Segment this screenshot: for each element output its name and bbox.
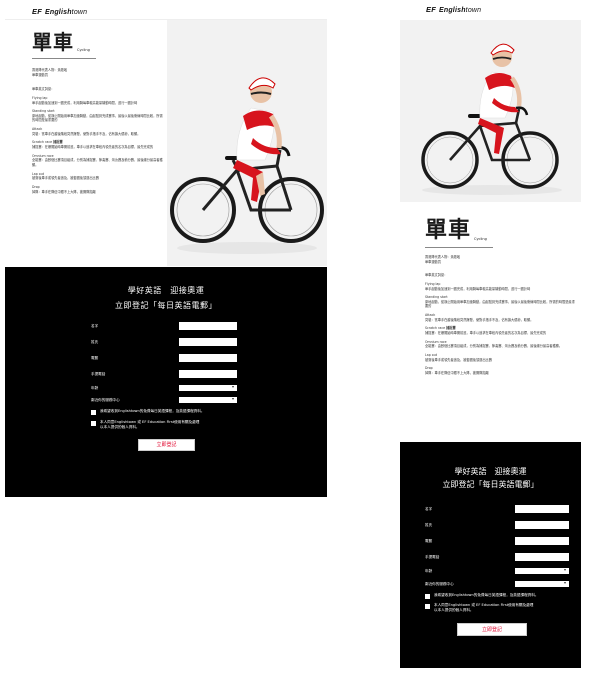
screenshot-stage: EF Englishtown 單車 Cycling 香港隊代表人物：黃蘊瑤 單車… (0, 0, 600, 675)
privacy-consent-checkbox[interactable] (91, 420, 96, 426)
first-name-field[interactable] (515, 505, 569, 513)
course-consent-row: 我希望收到Englishtown的免費每日英語課程，及英語課程資料。 (425, 593, 575, 599)
age-row: 年齡 ▾ (425, 567, 569, 575)
signup-heading-line1: 學好英語 迎接奧運 (454, 467, 527, 476)
title-underline (425, 247, 493, 248)
title-english: Cycling (474, 237, 487, 241)
chevron-down-icon: ▾ (231, 396, 234, 401)
vocab-term: Drop 掉隊：車手在隊伍中跟不上大隊，被團隊拋離 (425, 366, 489, 375)
desktop-layout: EF Englishtown 單車 Cycling 香港隊代表人物：黃蘊瑤 單車… (5, 0, 327, 497)
representative-info: 香港隊代表人物：黃蘊瑤 單車運動員 (425, 255, 461, 264)
vocab-term: Standing start 原地起動，從靜止開始用單車加速騎動，由起點到完成賽… (32, 109, 163, 123)
article-content: 單車 Cycling 香港隊代表人物：黃蘊瑤 單車運動員 單車英文詞彙： Fly… (32, 26, 165, 194)
article-content: 單車 Cycling 香港隊代表人物：黃蘊瑤 單車運動員 單車英文詞彙： Fly… (425, 212, 575, 376)
privacy-consent-checkbox[interactable] (425, 603, 430, 609)
course-consent-checkbox[interactable] (425, 593, 430, 599)
first-name-field[interactable] (179, 322, 237, 330)
vocab-term: Flying lap 單手起動後加速到一圈完成，利用騎每車較高能量騎動時間，進行… (32, 95, 138, 105)
vocab-section-label: 單車英文詞彙： (32, 87, 55, 92)
signup-heading-line2: 立即登記「每日英語電郵」 (115, 301, 217, 310)
email-field[interactable] (179, 354, 237, 362)
title-chinese: 單車 (32, 30, 74, 54)
mobile-layout: EF Englishtown 單車 Cycling 香港隊代表人物：黃蘊瑤 單車… (400, 0, 581, 675)
last-name-field[interactable] (179, 338, 237, 346)
email-row: 電郵 (425, 537, 569, 545)
email-row: 電郵 (91, 354, 237, 362)
signup-heading-line2: 立即登記「每日英語電郵」 (442, 480, 539, 489)
age-select[interactable]: ▾ (515, 568, 569, 574)
privacy-consent-row: 本人同意Englishtown 或 EF Education First使用有關… (425, 603, 575, 613)
cyclist-photo (167, 20, 327, 266)
vocab-term: Scratch race 捕捉賽 捕捉賽：在爆開始時車團前進，車手以追求在車段內… (425, 326, 547, 336)
mobile-field[interactable] (515, 553, 569, 561)
vocab-section-label: 單車英文詞彙： (425, 273, 448, 278)
site-header: EF Englishtown (5, 0, 327, 20)
service-center-select[interactable]: ▾ (515, 581, 569, 587)
title-english: Cycling (77, 48, 90, 52)
age-select[interactable]: ▾ (179, 385, 237, 391)
signup-panel: 學好英語 迎接奧運 立即登記「每日英語電郵」 名字 姓氏 電郵 手提電話 年齡 (400, 442, 581, 668)
englishtown-logo[interactable]: EF Englishtown (32, 7, 87, 16)
title-chinese: 單車 (425, 217, 472, 243)
service-center-row: 鄰近你的服務中心 ▾ (91, 396, 237, 404)
title-underline (32, 58, 96, 59)
last-name-row: 姓氏 (425, 521, 569, 529)
register-button[interactable]: 立即登記 (138, 439, 195, 451)
signup-panel: 學好英語 迎接奧運 立即登記「每日英語電郵」 名字 姓氏 電郵 手提電話 年齡 (5, 267, 327, 497)
privacy-consent-row: 本人同意Englishtown 或 EF Education First使用有關… (91, 420, 251, 430)
mobile-row: 手提電話 (425, 553, 569, 561)
vocab-term: Drop 掉隊：車手在隊伍中跟不上大隊，被團隊拋離 (32, 184, 96, 194)
englishtown-logo[interactable]: EF Englishtown (426, 5, 481, 14)
vocab-term: Flying lap 單手起動後加速到一圈完成，利用騎每車較高能量騎動時間，進行… (425, 281, 531, 291)
service-center-row: 鄰近你的服務中心 ▾ (425, 580, 569, 588)
age-row: 年齡 ▾ (91, 384, 237, 392)
vocab-term: Omnium race 全能賽：由數個比賽項目組成，分別為捕捉賽、節奏賽、淘汰賽… (425, 339, 563, 349)
cyclist-photo (400, 20, 581, 202)
course-consent-row: 我希望收到Englishtown的免費每日英語課程，及英語課程資料。 (91, 409, 251, 415)
vocab-term: Scratch race 捕捉賽 捕捉賽：在爆開始時車團前進，車手以追求在車段內… (32, 140, 154, 150)
mobile-row: 手提電話 (91, 370, 237, 378)
vocab-term: Attack 突襲：當車手在越後階段突然爆發，使對手措手不及，佔有擴大優勢，取勝… (32, 127, 141, 136)
first-name-row: 名字 (91, 322, 237, 330)
service-center-select[interactable]: ▾ (179, 397, 237, 403)
representative-info: 香港隊代表人物：黃蘊瑤 單車運動員 (32, 68, 68, 77)
vocab-term: Lap out 被落後車手或領先者追及，被套圈後須退出比賽 (32, 171, 99, 181)
chevron-down-icon: ▾ (563, 567, 566, 572)
vocab-term: Lap out 被落後車手或領先者追及，被套圈後須退出比賽 (425, 352, 492, 362)
vocab-term: Standing start 原地起動，從靜止開始用單車加速騎動，由起點到完成賽… (425, 295, 575, 309)
email-field[interactable] (515, 537, 569, 545)
first-name-row: 名字 (425, 505, 569, 513)
chevron-down-icon: ▾ (563, 580, 566, 585)
register-button[interactable]: 立即登記 (457, 623, 527, 636)
last-name-field[interactable] (515, 521, 569, 529)
signup-heading-line1: 學好英語 迎接奧運 (127, 286, 205, 295)
mobile-field[interactable] (179, 370, 237, 378)
vocab-term: Attack 突襲：當車手在越後階段突然爆發，使對手措手不及，佔有擴大優勢，取勝… (425, 313, 534, 322)
vocab-term: Omnium race 全能賽：由數個比賽項目組成，分別為捕捉賽、節奏賽、淘汰賽… (32, 153, 163, 167)
last-name-row: 姓氏 (91, 338, 237, 346)
article-title: 單車 Cycling (425, 212, 575, 244)
article-title: 單車 Cycling (32, 26, 165, 55)
chevron-down-icon: ▾ (231, 384, 234, 389)
course-consent-checkbox[interactable] (91, 409, 96, 415)
